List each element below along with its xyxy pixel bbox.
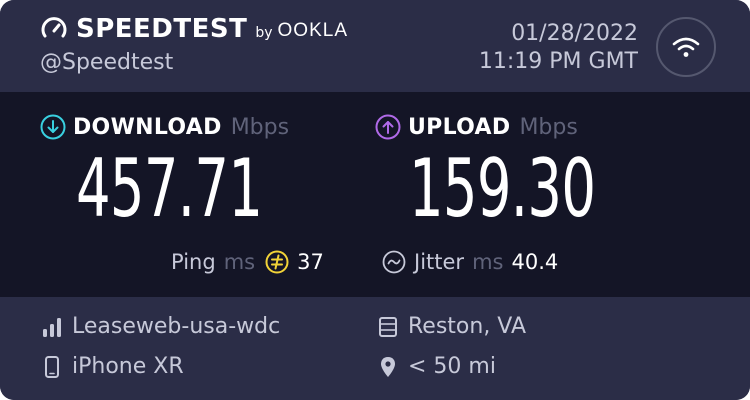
server-name: Leaseweb-usa-wdc (72, 314, 281, 339)
phone-icon (40, 355, 64, 379)
signal-bars-icon (40, 315, 64, 339)
twitter-handle[interactable]: @Speedtest (40, 50, 173, 75)
server-icon (376, 315, 400, 339)
device-row: iPhone XR (40, 354, 184, 379)
server-row[interactable]: Leaseweb-usa-wdc (40, 314, 280, 339)
distance-row: < 50 mi (376, 354, 496, 379)
upload-unit: Mbps (519, 114, 578, 140)
speedtest-result-card: SPEEDTEST by OOKLA @Speedtest 01/28/2022… (0, 0, 750, 400)
upload-value: 159.30 (409, 142, 596, 235)
speedtest-logo: SPEEDTEST by OOKLA (40, 14, 348, 44)
jitter-row: Jitter ms 40.4 (382, 250, 558, 274)
device-name: iPhone XR (72, 354, 184, 379)
location-row: Reston, VA (376, 314, 526, 339)
ping-row: Ping ms 37 (171, 250, 324, 274)
date-text: 01/28/2022 (511, 21, 638, 46)
jitter-value: 40.4 (511, 250, 559, 274)
download-label: DOWNLOAD (73, 114, 222, 140)
arrow-down-circle-icon (40, 114, 66, 140)
distance-text: < 50 mi (408, 354, 496, 379)
jitter-icon (382, 250, 406, 274)
gauge-icon (41, 17, 67, 38)
jitter-unit: ms (472, 250, 504, 274)
jitter-label: Jitter (414, 250, 465, 274)
arrow-up-circle-icon (375, 114, 401, 140)
brand-name: SPEEDTEST (76, 14, 248, 44)
footer (0, 297, 750, 400)
upload-label: UPLOAD (408, 114, 511, 140)
ping-value: 37 (297, 250, 324, 274)
server-location: Reston, VA (408, 314, 527, 339)
download-unit: Mbps (230, 114, 290, 140)
wifi-icon (672, 37, 700, 57)
ping-icon (265, 250, 289, 274)
timestamp: 01/28/2022 11:19 PM GMT (479, 20, 638, 76)
header: SPEEDTEST by OOKLA @Speedtest 01/28/2022… (0, 0, 750, 92)
ookla-logo: OOKLA (277, 20, 348, 41)
ping-unit: ms (223, 250, 256, 274)
ping-label: Ping (171, 250, 216, 274)
by-text: by (255, 25, 273, 41)
time-text: 11:19 PM GMT (478, 49, 638, 74)
map-pin-icon (376, 355, 400, 379)
download-value: 457.71 (76, 142, 263, 235)
connection-type-button[interactable] (656, 17, 716, 77)
download-header: DOWNLOAD Mbps (40, 114, 289, 140)
upload-header: UPLOAD Mbps (375, 114, 578, 140)
